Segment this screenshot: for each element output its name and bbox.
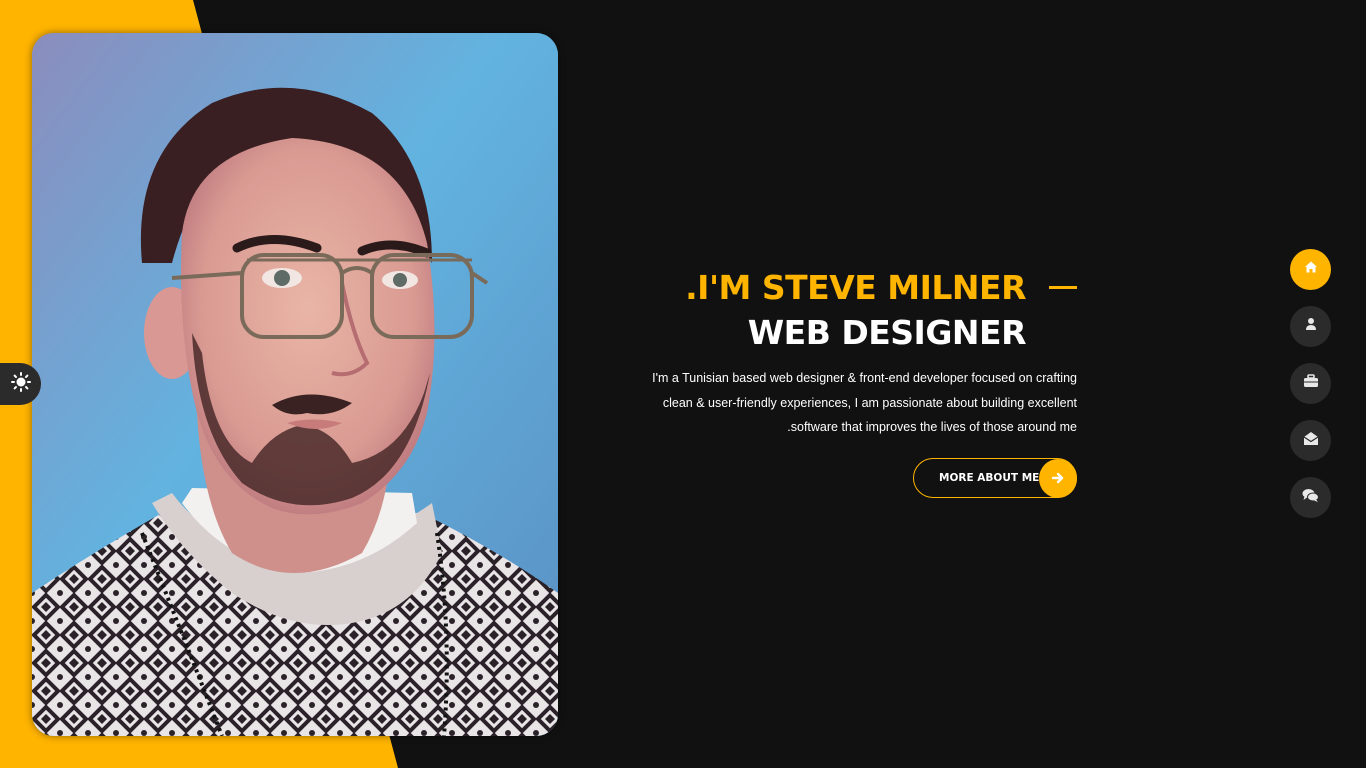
description-line: clean & user-friendly experiences, I am … [662,395,1077,410]
description-line: I'm a Tunisian based web designer & fron… [652,371,1077,385]
nav-portfolio-button[interactable] [1290,363,1331,404]
side-navigation [1290,249,1332,534]
hero-heading: .I'M STEVE MILNER [600,262,1077,312]
briefcase-icon [1303,374,1319,393]
arrow-right-icon [1039,458,1077,498]
user-icon [1304,317,1318,336]
sun-icon [10,371,31,397]
hero-role: WEB DESIGNER [747,313,1027,352]
more-about-me-button[interactable]: MORE ABOUT ME [913,458,1077,498]
profile-photo [32,33,558,736]
hero-description: I'm a Tunisian based web designer & fron… [600,366,1077,440]
theme-toggle-button[interactable] [0,363,41,405]
nav-about-button[interactable] [1290,306,1331,347]
nav-home-button[interactable] [1290,249,1331,290]
nav-contact-button[interactable] [1290,420,1331,461]
envelope-open-icon [1303,431,1319,451]
more-about-me-label: MORE ABOUT ME [939,472,1040,484]
hero-name: .I'M STEVE MILNER [685,267,1026,307]
hero-section: .I'M STEVE MILNER WEB DESIGNER I'm a Tun… [600,262,1077,498]
nav-blog-button[interactable] [1290,477,1331,518]
comments-icon [1302,488,1319,508]
home-icon [1304,260,1318,279]
heading-dash [1049,285,1077,289]
description-line: .software that improves the lives of tho… [787,420,1077,434]
